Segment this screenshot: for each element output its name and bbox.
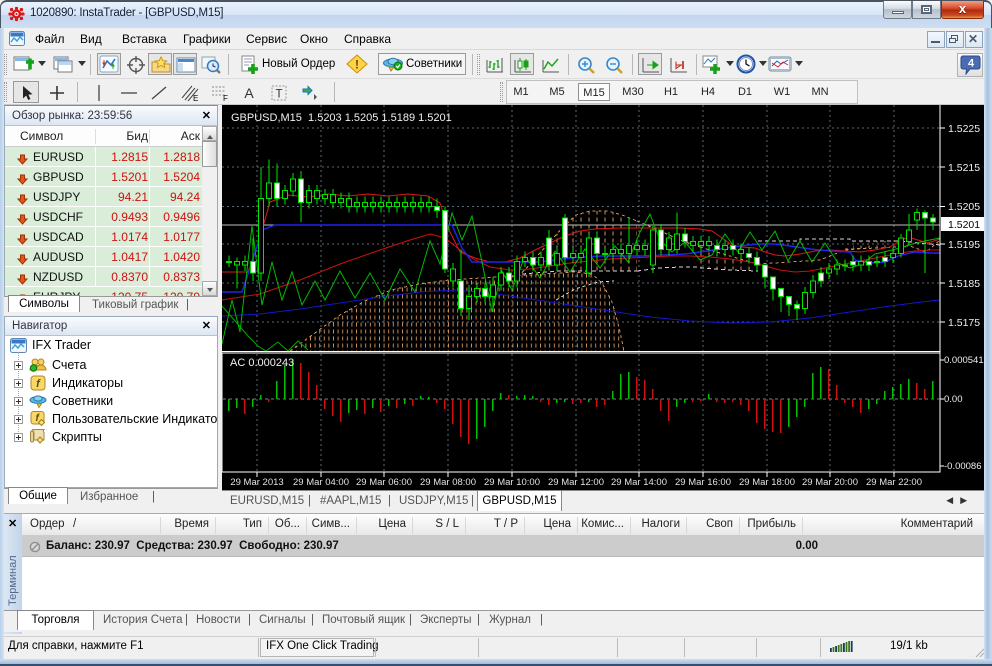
svg-text:1.5201: 1.5201	[948, 219, 980, 231]
svg-text:29 Mar 16:00: 29 Mar 16:00	[675, 477, 731, 488]
svg-text:29 Mar 06:00: 29 Mar 06:00	[356, 477, 412, 488]
svg-text:GBPUSD,M15 1.5203 1.5205 1.51: GBPUSD,M15 1.5203 1.5205 1.5189 1.5201	[231, 112, 452, 124]
svg-text:29 Mar 14:00: 29 Mar 14:00	[611, 477, 667, 488]
svg-text:-0.00086: -0.00086	[944, 461, 982, 472]
svg-text:1.5205: 1.5205	[948, 201, 980, 213]
svg-text:29 Mar 04:00: 29 Mar 04:00	[293, 477, 349, 488]
svg-text:29 Mar 20:00: 29 Mar 20:00	[802, 477, 858, 488]
svg-text:4: 4	[968, 58, 975, 70]
svg-text:0.00: 0.00	[944, 394, 963, 405]
svg-text:T: T	[275, 89, 282, 101]
svg-text:29 Mar 22:00: 29 Mar 22:00	[866, 477, 922, 488]
svg-text:A: A	[244, 85, 254, 101]
svg-text:1.5175: 1.5175	[948, 317, 980, 329]
svg-text:1.5215: 1.5215	[948, 162, 980, 174]
svg-text:0.000541: 0.000541	[944, 355, 984, 366]
svg-text:E: E	[193, 94, 198, 102]
svg-text:29 Mar 18:00: 29 Mar 18:00	[739, 477, 795, 488]
svg-text:1.5225: 1.5225	[948, 123, 980, 135]
svg-text:AC 0.000243: AC 0.000243	[230, 357, 294, 369]
svg-text:29 Mar 10:00: 29 Mar 10:00	[484, 477, 540, 488]
svg-text:!: !	[355, 58, 359, 72]
svg-text:29 Mar 08:00: 29 Mar 08:00	[420, 477, 476, 488]
svg-text:1.5195: 1.5195	[948, 239, 980, 251]
svg-text:29 Mar 12:00: 29 Mar 12:00	[548, 477, 604, 488]
svg-text:1.5185: 1.5185	[948, 278, 980, 290]
svg-text:29 Mar 2013: 29 Mar 2013	[230, 477, 283, 488]
svg-text:F: F	[223, 94, 228, 102]
